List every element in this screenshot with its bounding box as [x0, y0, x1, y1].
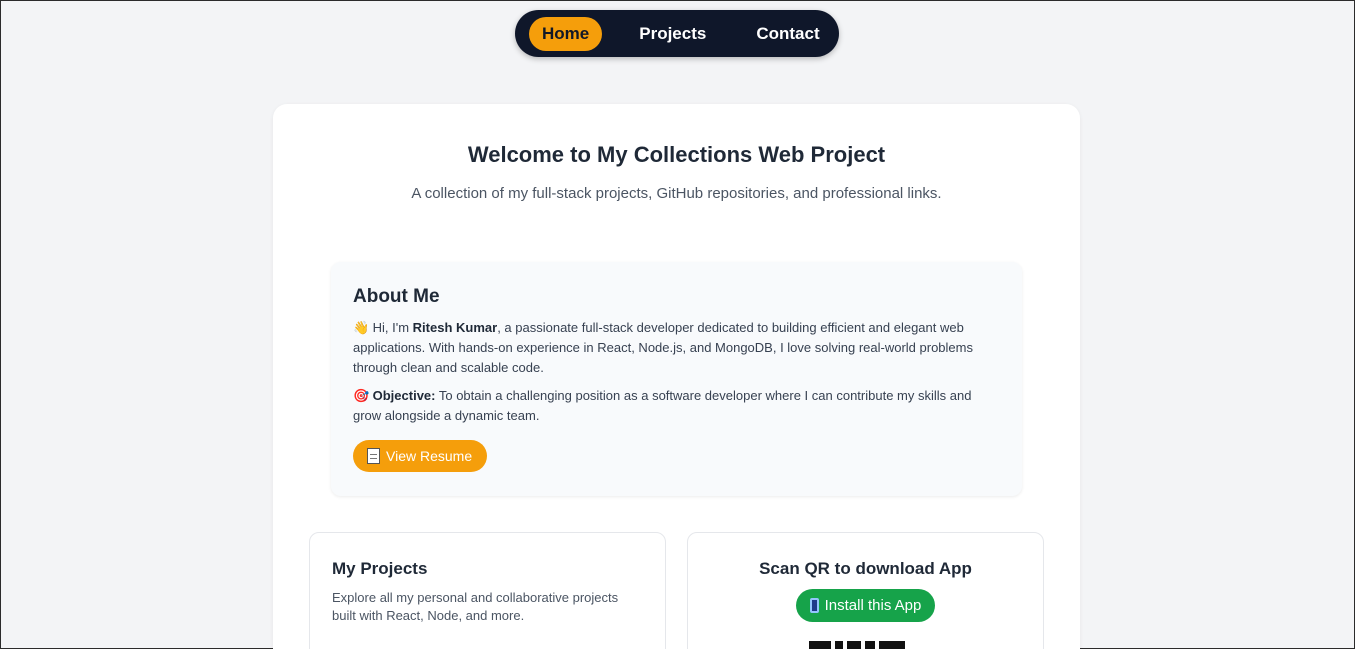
wave-icon: 👋 [353, 320, 370, 335]
view-resume-label: View Resume [386, 448, 473, 464]
about-section: About Me 👋 Hi, I'm Ritesh Kumar, a passi… [331, 262, 1022, 496]
install-app-button[interactable]: Install this App [795, 589, 936, 622]
document-icon [367, 448, 380, 464]
qr-card: Scan QR to download App Install this App [687, 532, 1044, 649]
nav-home-link[interactable]: Home [529, 16, 603, 51]
about-heading: About Me [353, 286, 440, 307]
page-title: Welcome to My Collections Web Project [467, 142, 886, 167]
target-icon: 🎯 [353, 388, 370, 403]
qr-code-icon [809, 641, 923, 649]
about-intro: 👋 Hi, I'm Ritesh Kumar, a passionate ful… [353, 318, 1000, 378]
projects-card[interactable]: My Projects Explore all my personal and … [309, 532, 666, 649]
objective-label: Objective: [372, 388, 436, 403]
view-resume-button[interactable]: View Resume [353, 440, 488, 472]
nav-contact-link[interactable]: Contact [743, 17, 832, 51]
about-objective: 🎯 Objective: To obtain a challenging pos… [353, 386, 1000, 426]
intro-prefix: Hi, I'm [372, 320, 413, 335]
projects-card-title: My Projects [332, 559, 428, 578]
nav-projects-link[interactable]: Projects [626, 17, 719, 51]
author-name: Ritesh Kumar [412, 320, 498, 335]
objective-text: To obtain a challenging position as a so… [353, 388, 972, 423]
top-nav: Home Projects Contact [515, 10, 839, 57]
projects-card-description: Explore all my personal and collaborativ… [332, 590, 619, 623]
qr-card-title: Scan QR to download App [759, 559, 972, 578]
phone-icon [809, 598, 819, 613]
page-subtitle: A collection of my full-stack projects, … [411, 185, 942, 202]
install-app-label: Install this App [824, 597, 922, 614]
